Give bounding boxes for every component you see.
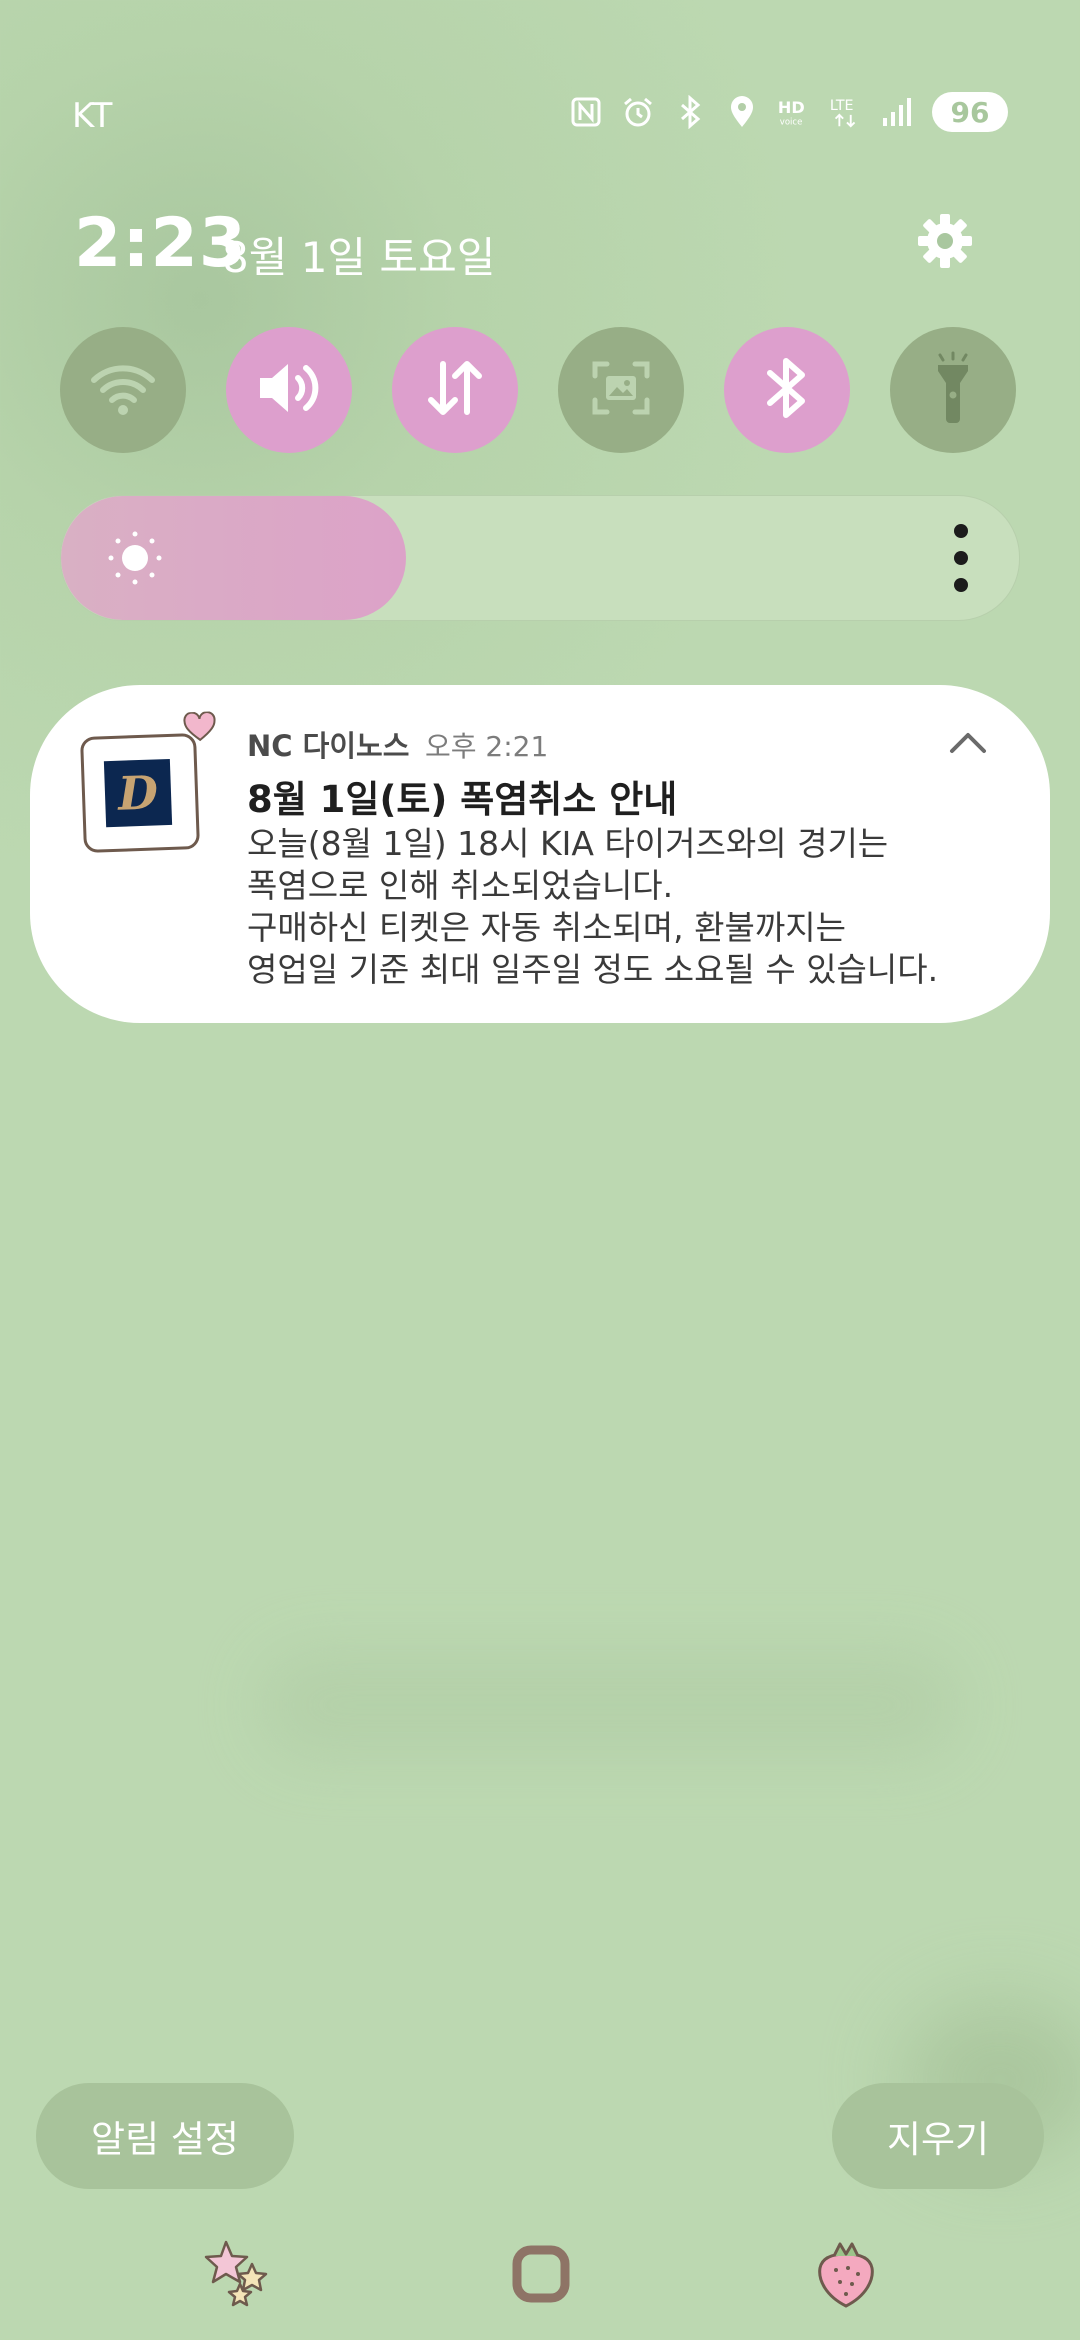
wifi-tile[interactable] — [60, 327, 186, 453]
notification-title: 8월 1일(토) 폭염취소 안내 — [247, 778, 678, 821]
battery-indicator: 96 — [932, 92, 1008, 132]
lte-icon: LTE — [828, 94, 864, 130]
speaker-icon — [254, 356, 324, 424]
back-strawberry-icon[interactable] — [808, 2236, 884, 2312]
notification-body-line: 오늘(8월 1일) 18시 KIA 타이거즈와의 경기는 — [247, 824, 889, 863]
home-button-icon[interactable] — [503, 2236, 579, 2312]
settings-gear-icon[interactable] — [914, 210, 976, 272]
status-icons: HD voice LTE 96 — [568, 92, 1008, 132]
hd-voice-icon: HD voice — [776, 94, 812, 130]
collapse-chevron-up-icon[interactable] — [948, 729, 988, 755]
notification-body: 오늘(8월 1일) 18시 KIA 타이거즈와의 경기는 폭염으로 인해 취소되… — [247, 823, 1007, 991]
brightness-slider[interactable] — [60, 495, 1020, 621]
notification-card[interactable]: D NC 다이노스 오후 2:21 8월 1일(토) 폭염취소 안내 오늘(8월… — [30, 685, 1050, 1023]
flashlight-icon — [928, 351, 978, 429]
clear-button[interactable]: 지우기 — [832, 2083, 1044, 2189]
nfc-icon — [568, 94, 604, 130]
notification-body-line: 구매하신 티켓은 자동 취소되며, 환불까지는 — [247, 908, 846, 947]
alarm-icon — [620, 94, 656, 130]
notification-app-name: NC 다이노스 — [247, 729, 410, 763]
screen-capture-tile[interactable] — [558, 327, 684, 453]
svg-text:voice: voice — [780, 117, 803, 127]
app-icon: D — [80, 711, 216, 853]
notification-body-line: 폭염으로 인해 취소되었습니다. — [247, 866, 674, 905]
nc-dinos-logo-icon: D — [103, 758, 173, 828]
flashlight-tile[interactable] — [890, 327, 1016, 453]
background-blur — [260, 1650, 960, 1760]
more-options-icon[interactable] — [951, 524, 971, 592]
svg-text:LTE: LTE — [830, 98, 854, 114]
heart-icon — [182, 711, 217, 742]
notification-time: 오후 2:21 — [425, 730, 549, 763]
date-label: 8월 1일 토요일 — [222, 233, 496, 282]
notification-body-line: 영업일 기준 최대 일주일 정도 소요될 수 있습니다. — [247, 950, 939, 989]
bluetooth-tile[interactable] — [724, 327, 850, 453]
signal-icon — [880, 94, 916, 130]
mobile-data-tile[interactable] — [392, 327, 518, 453]
location-icon — [724, 94, 760, 130]
bluetooth-icon — [762, 353, 812, 427]
bluetooth-icon — [672, 94, 708, 130]
quick-settings-tiles — [60, 327, 1016, 453]
screen-capture-icon — [589, 356, 653, 424]
recents-stars-icon[interactable] — [200, 2236, 276, 2312]
svg-text:HD: HD — [778, 98, 805, 117]
brightness-sun-icon — [103, 526, 167, 590]
sound-tile[interactable] — [226, 327, 352, 453]
data-transfer-icon — [423, 356, 487, 424]
carrier-label: KT — [72, 96, 113, 136]
wifi-icon — [88, 358, 158, 422]
notification-settings-button[interactable]: 알림 설정 — [36, 2083, 294, 2189]
